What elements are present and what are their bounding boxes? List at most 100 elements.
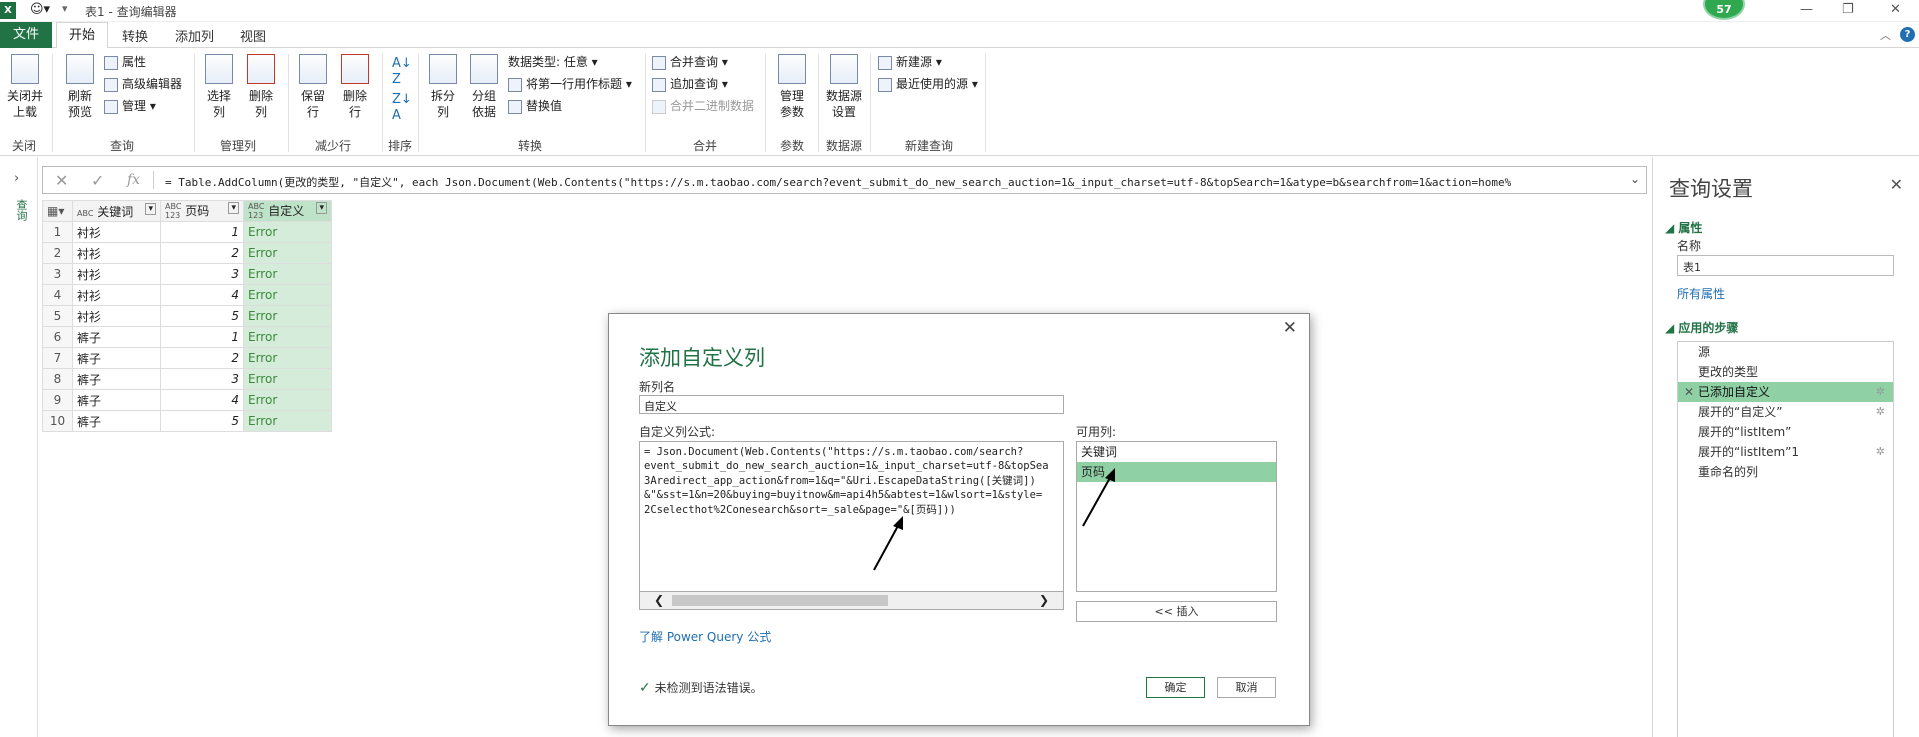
step-expanded-listitem[interactable]: 展开的“listItem” — [1678, 422, 1893, 442]
ok-button[interactable]: 确定 — [1146, 677, 1205, 698]
gear-icon[interactable]: ✲ — [1876, 402, 1885, 422]
cell-keyword[interactable]: 裤子 — [72, 368, 161, 390]
quick-access-dropdown-icon[interactable]: ▾ — [62, 2, 68, 15]
cell-custom[interactable]: Error — [243, 305, 332, 327]
manage-parameters-button[interactable]: 管理 参数 — [772, 54, 812, 120]
remove-columns-button[interactable]: 删除 列 — [244, 54, 278, 120]
scroll-right-icon[interactable]: ❯ — [1039, 593, 1049, 607]
group-by-button[interactable]: 分组 依据 — [466, 54, 502, 120]
cell-page[interactable]: 2 — [160, 347, 244, 369]
sort-ascending-icon[interactable]: A↓ Z — [392, 56, 412, 88]
query-name-input[interactable]: 表1 — [1677, 255, 1894, 276]
new-source-button[interactable]: 新建源 ▾ — [878, 52, 942, 72]
cell-keyword[interactable]: 裤子 — [72, 410, 161, 432]
table-menu-icon[interactable]: ▦▾ — [42, 200, 73, 222]
restore-icon[interactable]: ❐ — [1842, 2, 1854, 17]
filter-dropdown-icon[interactable]: ▾ — [145, 202, 156, 215]
tab-view[interactable]: 视图 — [240, 26, 266, 45]
learn-formula-link[interactable]: 了解 Power Query 公式 — [639, 628, 771, 645]
remove-rows-button[interactable]: 删除 行 — [338, 54, 372, 120]
cell-keyword[interactable]: 衬衫 — [72, 221, 161, 243]
delete-step-icon[interactable]: ✕ — [1684, 382, 1694, 402]
cell-keyword[interactable]: 裤子 — [72, 347, 161, 369]
cell-custom[interactable]: Error — [243, 347, 332, 369]
table-row[interactable]: 9 裤子 4 Error — [42, 389, 332, 411]
step-added-custom[interactable]: ✕ 已添加自定义 ✲ — [1678, 382, 1893, 402]
all-properties-link[interactable]: 所有属性 — [1677, 285, 1725, 302]
cell-page[interactable]: 4 — [160, 389, 244, 411]
column-header-custom[interactable]: ABC 123 自定义 ▾ — [243, 200, 332, 222]
cell-page[interactable]: 3 — [160, 368, 244, 390]
scroll-thumb[interactable] — [672, 595, 888, 606]
refresh-preview-button[interactable]: 刷新 预览 — [60, 54, 100, 120]
step-changed-type[interactable]: 更改的类型 — [1678, 362, 1893, 382]
cell-custom[interactable]: Error — [243, 284, 332, 306]
tab-add-column[interactable]: 添加列 — [175, 26, 214, 45]
cancel-formula-icon[interactable]: ✕ — [55, 171, 68, 190]
manage-button[interactable]: 管理 ▾ — [104, 96, 156, 116]
cell-keyword[interactable]: 衬衫 — [72, 263, 161, 285]
formula-text[interactable]: = Table.AddColumn(更改的类型, "自定义", each Jso… — [165, 174, 1511, 190]
properties-button[interactable]: 属性 — [104, 52, 146, 72]
tab-home[interactable]: 开始 — [56, 22, 108, 49]
table-row[interactable]: 8 裤子 3 Error — [42, 368, 332, 390]
cell-keyword[interactable]: 衬衫 — [72, 242, 161, 264]
new-column-name-input[interactable]: 自定义 — [639, 395, 1064, 414]
cell-page[interactable]: 3 — [160, 263, 244, 285]
step-expanded-listitem1[interactable]: 展开的“listItem”1 ✲ — [1678, 442, 1893, 462]
advanced-editor-button[interactable]: 高级编辑器 — [104, 74, 182, 94]
table-row[interactable]: 1 衬衫 1 Error — [42, 221, 332, 243]
confirm-formula-icon[interactable]: ✓ — [91, 171, 104, 190]
close-pane-icon[interactable]: ✕ — [1890, 175, 1903, 194]
cell-custom[interactable]: Error — [243, 368, 332, 390]
filter-dropdown-icon[interactable]: ▾ — [316, 201, 327, 214]
choose-columns-button[interactable]: 选择 列 — [202, 54, 236, 120]
filter-dropdown-icon[interactable]: ▾ — [228, 201, 239, 214]
merge-queries-button[interactable]: 合并查询 ▾ — [652, 52, 728, 72]
cell-keyword[interactable]: 衬衫 — [72, 284, 161, 306]
data-type-dropdown[interactable]: 数据类型: 任意 ▾ — [508, 52, 598, 72]
append-queries-button[interactable]: 追加查询 ▾ — [652, 74, 728, 94]
expand-formula-icon[interactable]: ⌄ — [1630, 172, 1640, 186]
avatar[interactable]: 57 — [1703, 0, 1745, 20]
cell-page[interactable]: 5 — [160, 410, 244, 432]
cell-page[interactable]: 4 — [160, 284, 244, 306]
list-item[interactable]: 关键词 — [1077, 442, 1276, 462]
cell-custom[interactable]: Error — [243, 242, 332, 264]
column-header-keyword[interactable]: ABC 关键词 ▾ — [72, 200, 161, 222]
scroll-left-icon[interactable]: ❮ — [654, 593, 664, 607]
data-source-settings-button[interactable]: 数据源 设置 — [822, 54, 866, 120]
close-window-icon[interactable]: ✕ — [1890, 2, 1901, 17]
tab-file[interactable]: 文件 — [0, 22, 52, 48]
cell-custom[interactable]: Error — [243, 389, 332, 411]
replace-values-button[interactable]: 替换值 — [508, 96, 562, 116]
cell-page[interactable]: 2 — [160, 242, 244, 264]
formula-scrollbar[interactable]: ❮ ❯ — [639, 592, 1064, 610]
step-renamed-columns[interactable]: 重命名的列 — [1678, 462, 1893, 482]
split-column-button[interactable]: 拆分 列 — [426, 54, 460, 120]
gear-icon[interactable]: ✲ — [1876, 442, 1885, 462]
close-load-button[interactable]: 关闭并 上载 — [4, 54, 46, 120]
help-icon[interactable]: ? — [1900, 27, 1915, 42]
step-source[interactable]: 源 — [1678, 342, 1893, 362]
cell-page[interactable]: 1 — [160, 326, 244, 348]
cell-page[interactable]: 1 — [160, 221, 244, 243]
table-row[interactable]: 6 裤子 1 Error — [42, 326, 332, 348]
insert-button[interactable]: << 插入 — [1076, 601, 1277, 622]
use-first-row-button[interactable]: 将第一行用作标题 ▾ — [508, 74, 632, 94]
expand-pane-icon[interactable]: › — [14, 171, 19, 186]
cell-keyword[interactable]: 裤子 — [72, 389, 161, 411]
cell-keyword[interactable]: 衬衫 — [72, 305, 161, 327]
column-header-page[interactable]: ABC 123 页码 ▾ — [160, 200, 244, 222]
table-row[interactable]: 4 衬衫 4 Error — [42, 284, 332, 306]
sort-descending-icon[interactable]: Z↓ A — [392, 92, 412, 124]
cancel-button[interactable]: 取消 — [1217, 677, 1276, 698]
table-row[interactable]: 2 衬衫 2 Error — [42, 242, 332, 264]
step-expanded-custom[interactable]: 展开的“自定义” ✲ — [1678, 402, 1893, 422]
recent-sources-button[interactable]: 最近使用的源 ▾ — [878, 74, 978, 94]
table-row[interactable]: 10 裤子 5 Error — [42, 410, 332, 432]
queries-pane-label[interactable]: 查询 — [13, 199, 29, 221]
combine-binaries-button[interactable]: 合并二进制数据 — [652, 96, 754, 116]
collapse-ribbon-icon[interactable]: ︿ — [1880, 27, 1891, 43]
smiley-icon[interactable]: ☺▾ — [30, 2, 50, 17]
